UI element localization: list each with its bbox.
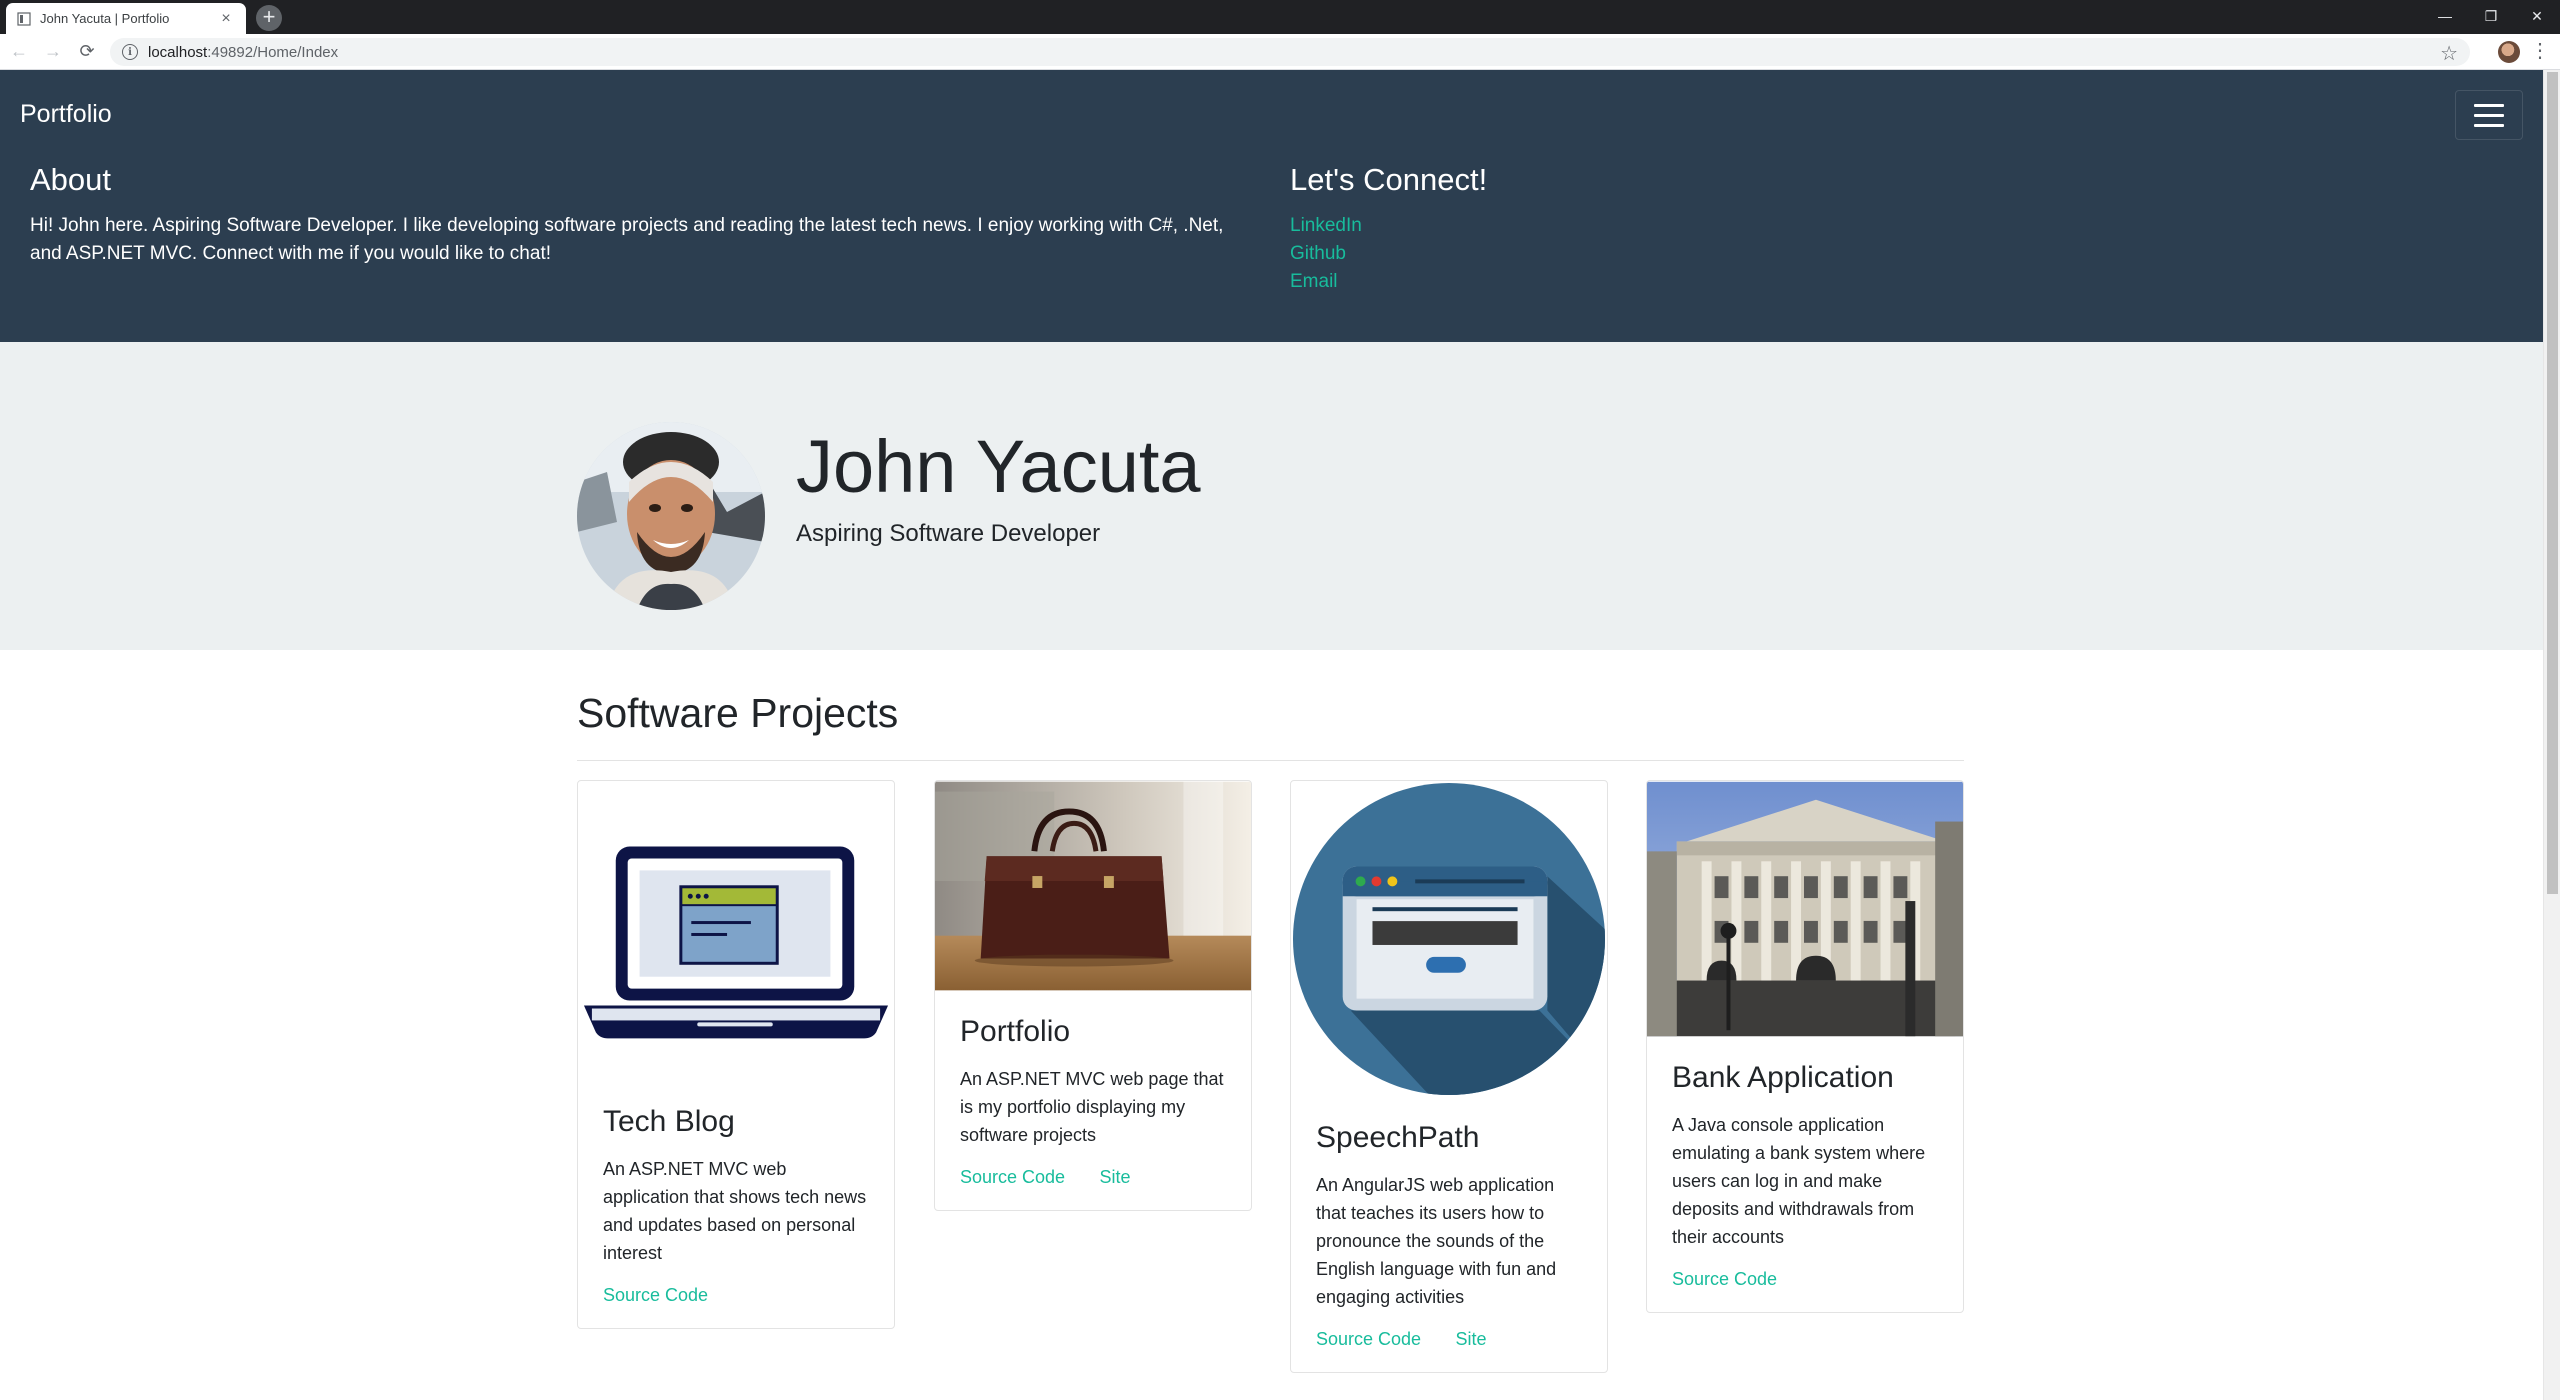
- scrollbar-thumb[interactable]: [2547, 72, 2558, 894]
- card-description: An ASP.NET MVC web application that show…: [603, 1159, 867, 1263]
- page: Portfolio About Hi! John here. Aspiring …: [0, 70, 2543, 1400]
- navbar: Portfolio About Hi! John here. Aspiring …: [0, 70, 2543, 342]
- menu-dots-icon[interactable]: ⋮: [2530, 38, 2550, 63]
- browser-tab[interactable]: John Yacuta | Portfolio ×: [6, 3, 246, 34]
- card-links: Source Code: [1672, 1269, 1938, 1290]
- vertical-scrollbar[interactable]: [2543, 70, 2560, 1400]
- project-card-portfolio: Portfolio An ASP.NET MVC web page that i…: [934, 780, 1252, 1211]
- bank-building-photo: [1647, 781, 1963, 1037]
- close-icon[interactable]: ✕: [2514, 0, 2560, 32]
- profile-avatar-icon[interactable]: [2498, 41, 2520, 63]
- about-text: Hi! John here. Aspiring Software Develop…: [30, 215, 1224, 264]
- hero-subtitle: Aspiring Software Developer: [796, 520, 1101, 547]
- card-links: Source Code: [603, 1285, 869, 1306]
- card-body: Bank Application A Java console applicat…: [1647, 1037, 1963, 1312]
- minimize-icon[interactable]: —: [2422, 0, 2468, 32]
- restore-icon[interactable]: ❐: [2468, 0, 2514, 32]
- url-host: localhost: [148, 43, 208, 61]
- info-icon[interactable]: i: [122, 44, 138, 60]
- project-card-bank-application: Bank Application A Java console applicat…: [1646, 780, 1964, 1313]
- hamburger-menu-icon[interactable]: [2455, 90, 2523, 140]
- github-link[interactable]: Github: [1290, 240, 1487, 268]
- project-card-tech-blog: Tech Blog An ASP.NET MVC web application…: [577, 780, 895, 1329]
- card-title: Tech Blog: [603, 1105, 735, 1138]
- source-code-link[interactable]: Source Code: [960, 1167, 1065, 1187]
- page-favicon: [16, 11, 32, 27]
- card-description: An AngularJS web application that teache…: [1316, 1175, 1557, 1307]
- source-code-link[interactable]: Source Code: [603, 1285, 708, 1305]
- email-link[interactable]: Email: [1290, 268, 1487, 296]
- card-title: SpeechPath: [1316, 1121, 1480, 1154]
- card-links: Source Code Site: [960, 1167, 1226, 1188]
- tab-title: John Yacuta | Portfolio: [40, 11, 170, 26]
- projects-heading: Software Projects: [577, 690, 899, 736]
- project-card-speechpath: SpeechPath An AngularJS web application …: [1290, 780, 1608, 1373]
- card-description: A Java console application emulating a b…: [1672, 1115, 1926, 1247]
- back-icon[interactable]: ←: [4, 37, 34, 67]
- source-code-link[interactable]: Source Code: [1672, 1269, 1777, 1289]
- bookmark-star-icon[interactable]: ☆: [2440, 41, 2458, 66]
- site-link[interactable]: Site: [1456, 1329, 1487, 1349]
- new-tab-icon[interactable]: +: [256, 5, 282, 31]
- reload-icon[interactable]: ⟳: [72, 37, 102, 67]
- close-icon[interactable]: ×: [216, 10, 236, 28]
- window-controls: — ❐ ✕: [2422, 0, 2560, 32]
- card-description: An ASP.NET MVC web page that is my portf…: [960, 1069, 1224, 1145]
- browser-toolbar: ← → ⟳ i localhost:49892/Home/Index ☆: [0, 34, 2560, 70]
- browser-tab-strip: John Yacuta | Portfolio × + — ❐ ✕: [0, 0, 2560, 34]
- navbar-brand[interactable]: Portfolio: [20, 100, 112, 129]
- laptop-illustration: [578, 781, 894, 1081]
- web-app-illustration: [1291, 781, 1607, 1097]
- briefcase-photo: [935, 781, 1251, 991]
- card-body: Tech Blog An ASP.NET MVC web application…: [578, 1081, 894, 1328]
- url-path: :49892/Home/Index: [207, 43, 339, 61]
- about-section: About Hi! John here. Aspiring Software D…: [30, 162, 1240, 268]
- address-bar[interactable]: i localhost:49892/Home/Index ☆: [110, 38, 2470, 66]
- card-title: Bank Application: [1672, 1061, 1894, 1094]
- connect-section: Let's Connect! LinkedIn Github Email: [1290, 162, 1487, 296]
- linkedin-link[interactable]: LinkedIn: [1290, 212, 1487, 240]
- profile-photo: [577, 422, 765, 610]
- site-link[interactable]: Site: [1100, 1167, 1131, 1187]
- page-viewport: Portfolio About Hi! John here. Aspiring …: [0, 70, 2560, 1400]
- hero-name: John Yacuta: [796, 425, 1201, 508]
- forward-icon[interactable]: →: [38, 37, 68, 67]
- card-links: Source Code Site: [1316, 1329, 1582, 1350]
- projects-section: Software Projects Tech Blog An ASP.NET M…: [0, 650, 2543, 1400]
- about-heading: About: [30, 162, 112, 197]
- divider: [577, 760, 1964, 761]
- card-title: Portfolio: [960, 1015, 1071, 1048]
- jumbotron: John Yacuta Aspiring Software Developer: [0, 342, 2543, 650]
- card-body: SpeechPath An AngularJS web application …: [1291, 1097, 1607, 1372]
- card-body: Portfolio An ASP.NET MVC web page that i…: [935, 991, 1251, 1210]
- source-code-link[interactable]: Source Code: [1316, 1329, 1421, 1349]
- connect-heading: Let's Connect!: [1290, 162, 1488, 197]
